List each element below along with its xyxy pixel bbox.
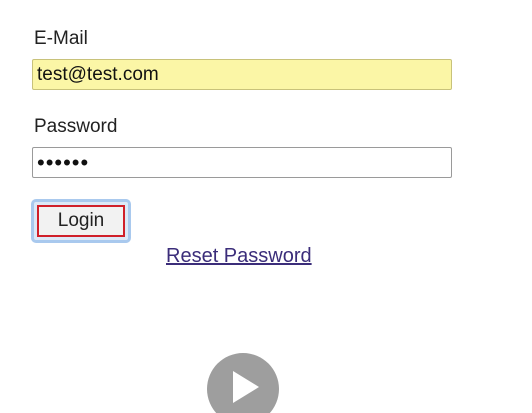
email-label: E-Mail: [34, 28, 88, 49]
email-field[interactable]: [32, 59, 452, 90]
reset-password-link[interactable]: Reset Password: [166, 245, 312, 268]
password-label: Password: [34, 116, 118, 137]
login-button[interactable]: Login: [37, 205, 125, 237]
play-icon: [233, 371, 259, 403]
video-play-button[interactable]: [207, 353, 279, 413]
password-field[interactable]: [32, 147, 452, 178]
login-form-page: E-Mail Password Login Reset Password: [0, 0, 532, 413]
login-focus-ring: Login: [31, 199, 131, 243]
